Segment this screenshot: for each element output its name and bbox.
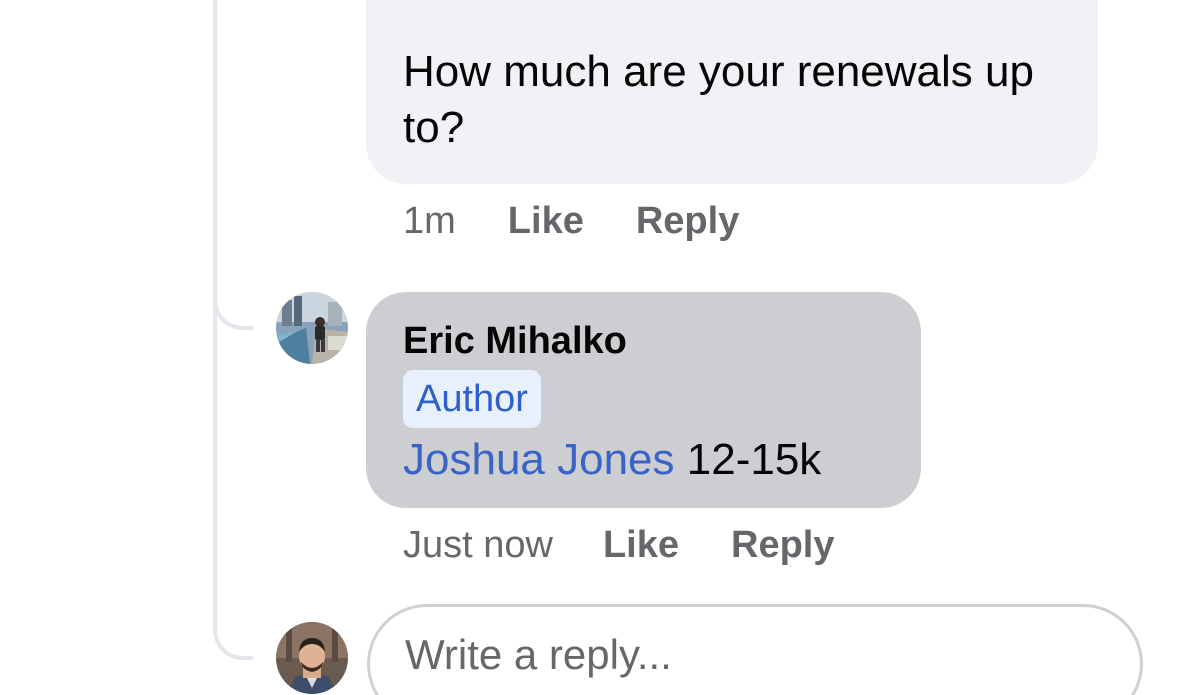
reply-button[interactable]: Reply [731, 524, 834, 567]
comment-timestamp[interactable]: 1m [403, 200, 456, 243]
reply-comment-text: 12-15k [686, 435, 822, 484]
mention-link[interactable]: Joshua Jones [403, 435, 675, 484]
current-user-avatar[interactable] [276, 622, 348, 694]
reply-button[interactable]: Reply [636, 200, 739, 243]
like-button[interactable]: Like [508, 200, 584, 243]
thread-connector-curve [213, 620, 253, 660]
previous-comment-actions: 1m Like Reply [403, 200, 739, 243]
reply-comment-bubble: Eric Mihalko Author Joshua Jones 12-15k [366, 292, 921, 508]
author-badge: Author [403, 370, 541, 428]
reply-input[interactable]: Write a reply... [367, 604, 1143, 695]
reply-input-placeholder: Write a reply... [405, 631, 672, 678]
avatar-photo [276, 622, 348, 694]
reply-comment-actions: Just now Like Reply [403, 524, 835, 567]
reply-comment-body: Joshua Jones 12-15k [403, 430, 885, 490]
avatar[interactable] [276, 292, 348, 364]
comment-timestamp[interactable]: Just now [403, 524, 553, 567]
previous-comment-text: How much are your renewals up to? [403, 47, 1034, 152]
comment-thread: How much are your renewals up to? 1m Lik… [0, 0, 1179, 695]
previous-comment-bubble: How much are your renewals up to? [366, 0, 1098, 184]
like-button[interactable]: Like [603, 524, 679, 567]
comment-author-name[interactable]: Eric Mihalko [403, 318, 885, 364]
avatar-photo [276, 292, 348, 364]
thread-connector-curve [213, 290, 253, 330]
